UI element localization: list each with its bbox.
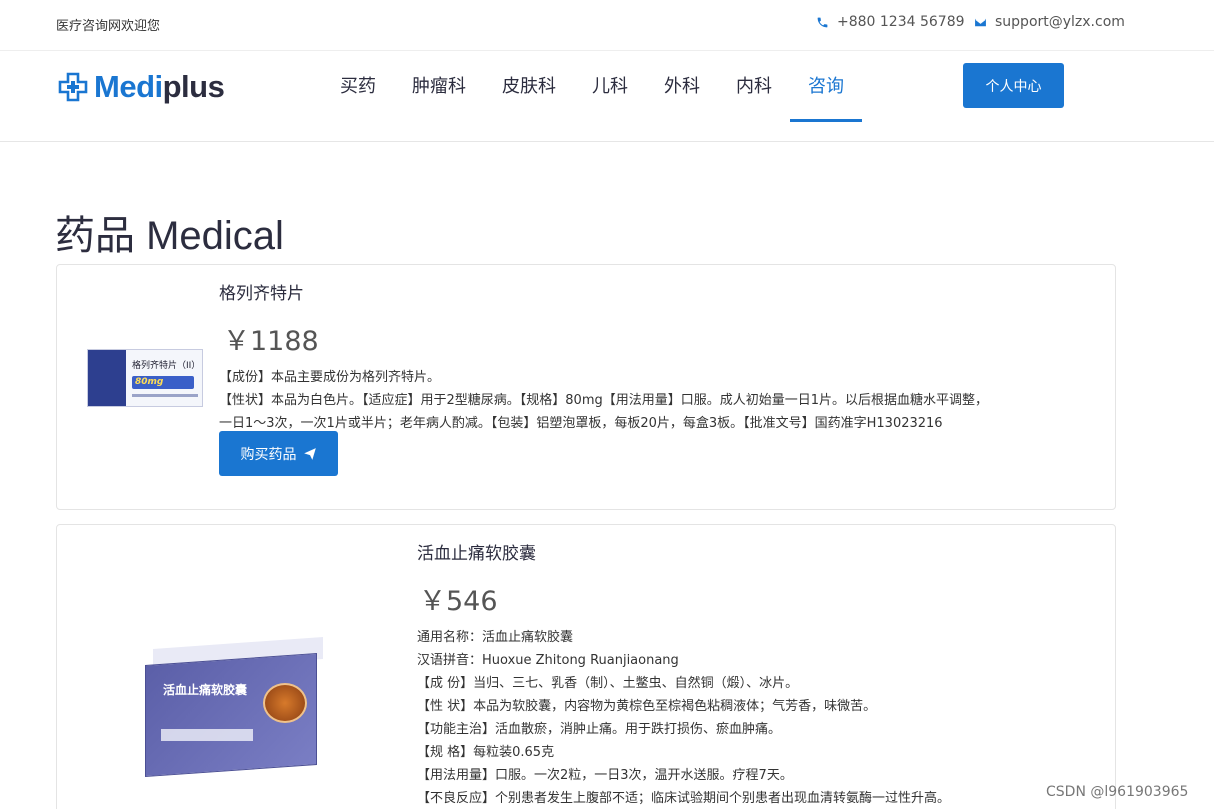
product-price: ￥546 xyxy=(419,586,498,617)
product-card: 格列齐特片（II） 80mg 格列齐特片 ￥1188 【成份】本品主要成份为格列… xyxy=(56,264,1116,510)
nav-item-buy-medicine[interactable]: 买药 xyxy=(322,51,394,143)
box-side-panel xyxy=(88,350,126,406)
product-card: 活血止痛软胶囊 活血止痛软胶囊 ￥546 通用名称：活血止痛软胶囊 汉语拼音：H… xyxy=(56,524,1116,809)
phone-number: +880 1234 56789 xyxy=(837,14,965,30)
welcome-text: 医疗咨询网欢迎您 xyxy=(56,19,161,34)
medical-cross-icon xyxy=(58,72,88,102)
paper-plane-icon xyxy=(303,447,316,460)
top-info-bar: 医疗咨询网欢迎您 +880 1234 56789 support@ylzx.co… xyxy=(0,0,1214,50)
box-label: 活血止痛软胶囊 xyxy=(163,683,248,697)
page-title: 药品 Medical xyxy=(55,214,284,258)
product-image: 活血止痛软胶囊 xyxy=(145,637,323,778)
box-stripe xyxy=(161,729,253,741)
product-desc-line: 通用名称：活血止痛软胶囊 xyxy=(417,630,574,645)
product-desc-line: 【成 份】当归、三七、乳香（制）、土鳖虫、自然铜（煅）、冰片。 xyxy=(417,676,799,691)
brand-name: Mediplus xyxy=(94,69,225,105)
product-name: 格列齐特片 xyxy=(219,284,304,304)
box-label: 格列齐特片（II） xyxy=(132,361,201,371)
product-desc-line: 【用法用量】口服。一次2粒，一日3次，温开水送服。疗程7天。 xyxy=(417,768,793,783)
main-header: Mediplus 买药 肿瘤科 皮肤科 儿科 外科 内科 咨询 个人中心 xyxy=(0,50,1214,142)
product-desc-line: 【规 格】每粒装0.65克 xyxy=(417,745,555,760)
box-stripe xyxy=(132,394,198,397)
buy-button-label: 购买药品 xyxy=(240,446,297,463)
nav-item-consultation[interactable]: 咨询 xyxy=(790,51,862,143)
site-logo[interactable]: Mediplus xyxy=(58,69,225,105)
buy-medicine-button[interactable]: 购买药品 xyxy=(219,431,338,476)
product-desc-line: 【功能主治】活血散瘀，消肿止痛。用于跌打损伤、瘀血肿痛。 xyxy=(417,722,782,737)
nav-item-surgery[interactable]: 外科 xyxy=(646,51,718,143)
phone-contact[interactable]: +880 1234 56789 xyxy=(816,14,965,30)
nav-item-oncology[interactable]: 肿瘤科 xyxy=(394,51,484,143)
product-name: 活血止痛软胶囊 xyxy=(417,544,536,564)
product-desc-line: 【不良反应】个别患者发生上腹部不适；临床试验期间个别患者出现血清转氨酶一过性升高… xyxy=(417,791,951,806)
brand-part-1: Medi xyxy=(94,69,163,104)
product-desc-line: 汉语拼音：Huoxue Zhitong Ruanjiaonang xyxy=(417,653,679,668)
product-image: 格列齐特片（II） 80mg xyxy=(87,349,203,407)
nav-item-dermatology[interactable]: 皮肤科 xyxy=(484,51,574,143)
email-contact[interactable]: support@ylzx.com xyxy=(974,14,1125,30)
csdn-watermark: CSDN @l961903965 xyxy=(1046,784,1189,800)
capsule-emblem xyxy=(263,683,307,723)
nav-item-internal-medicine[interactable]: 内科 xyxy=(718,51,790,143)
box-dosage-badge: 80mg xyxy=(132,376,194,389)
product-price: ￥1188 xyxy=(223,326,319,357)
main-nav: 买药 肿瘤科 皮肤科 儿科 外科 内科 咨询 xyxy=(322,51,862,143)
phone-icon xyxy=(817,17,828,27)
email-address: support@ylzx.com xyxy=(995,14,1125,30)
brand-part-2: plus xyxy=(162,69,225,104)
product-desc-line: 【性状】本品为白色片。【适应症】用于2型糖尿病。【规格】80mg【用法用量】口服… xyxy=(219,393,989,408)
envelope-icon xyxy=(975,18,986,26)
nav-item-pediatrics[interactable]: 儿科 xyxy=(574,51,646,143)
personal-center-button[interactable]: 个人中心 xyxy=(963,63,1064,108)
product-desc-line: 一日1～3次，一次1片或半片；老年病人酌减。【包装】铝塑泡罩板，每板20片，每盒… xyxy=(219,416,943,431)
product-desc-line: 【性 状】本品为软胶囊，内容物为黄棕色至棕褐色粘稠液体；气芳香，味微苦。 xyxy=(417,699,877,714)
product-desc-line: 【成份】本品主要成份为格列齐特片。 xyxy=(219,370,441,385)
